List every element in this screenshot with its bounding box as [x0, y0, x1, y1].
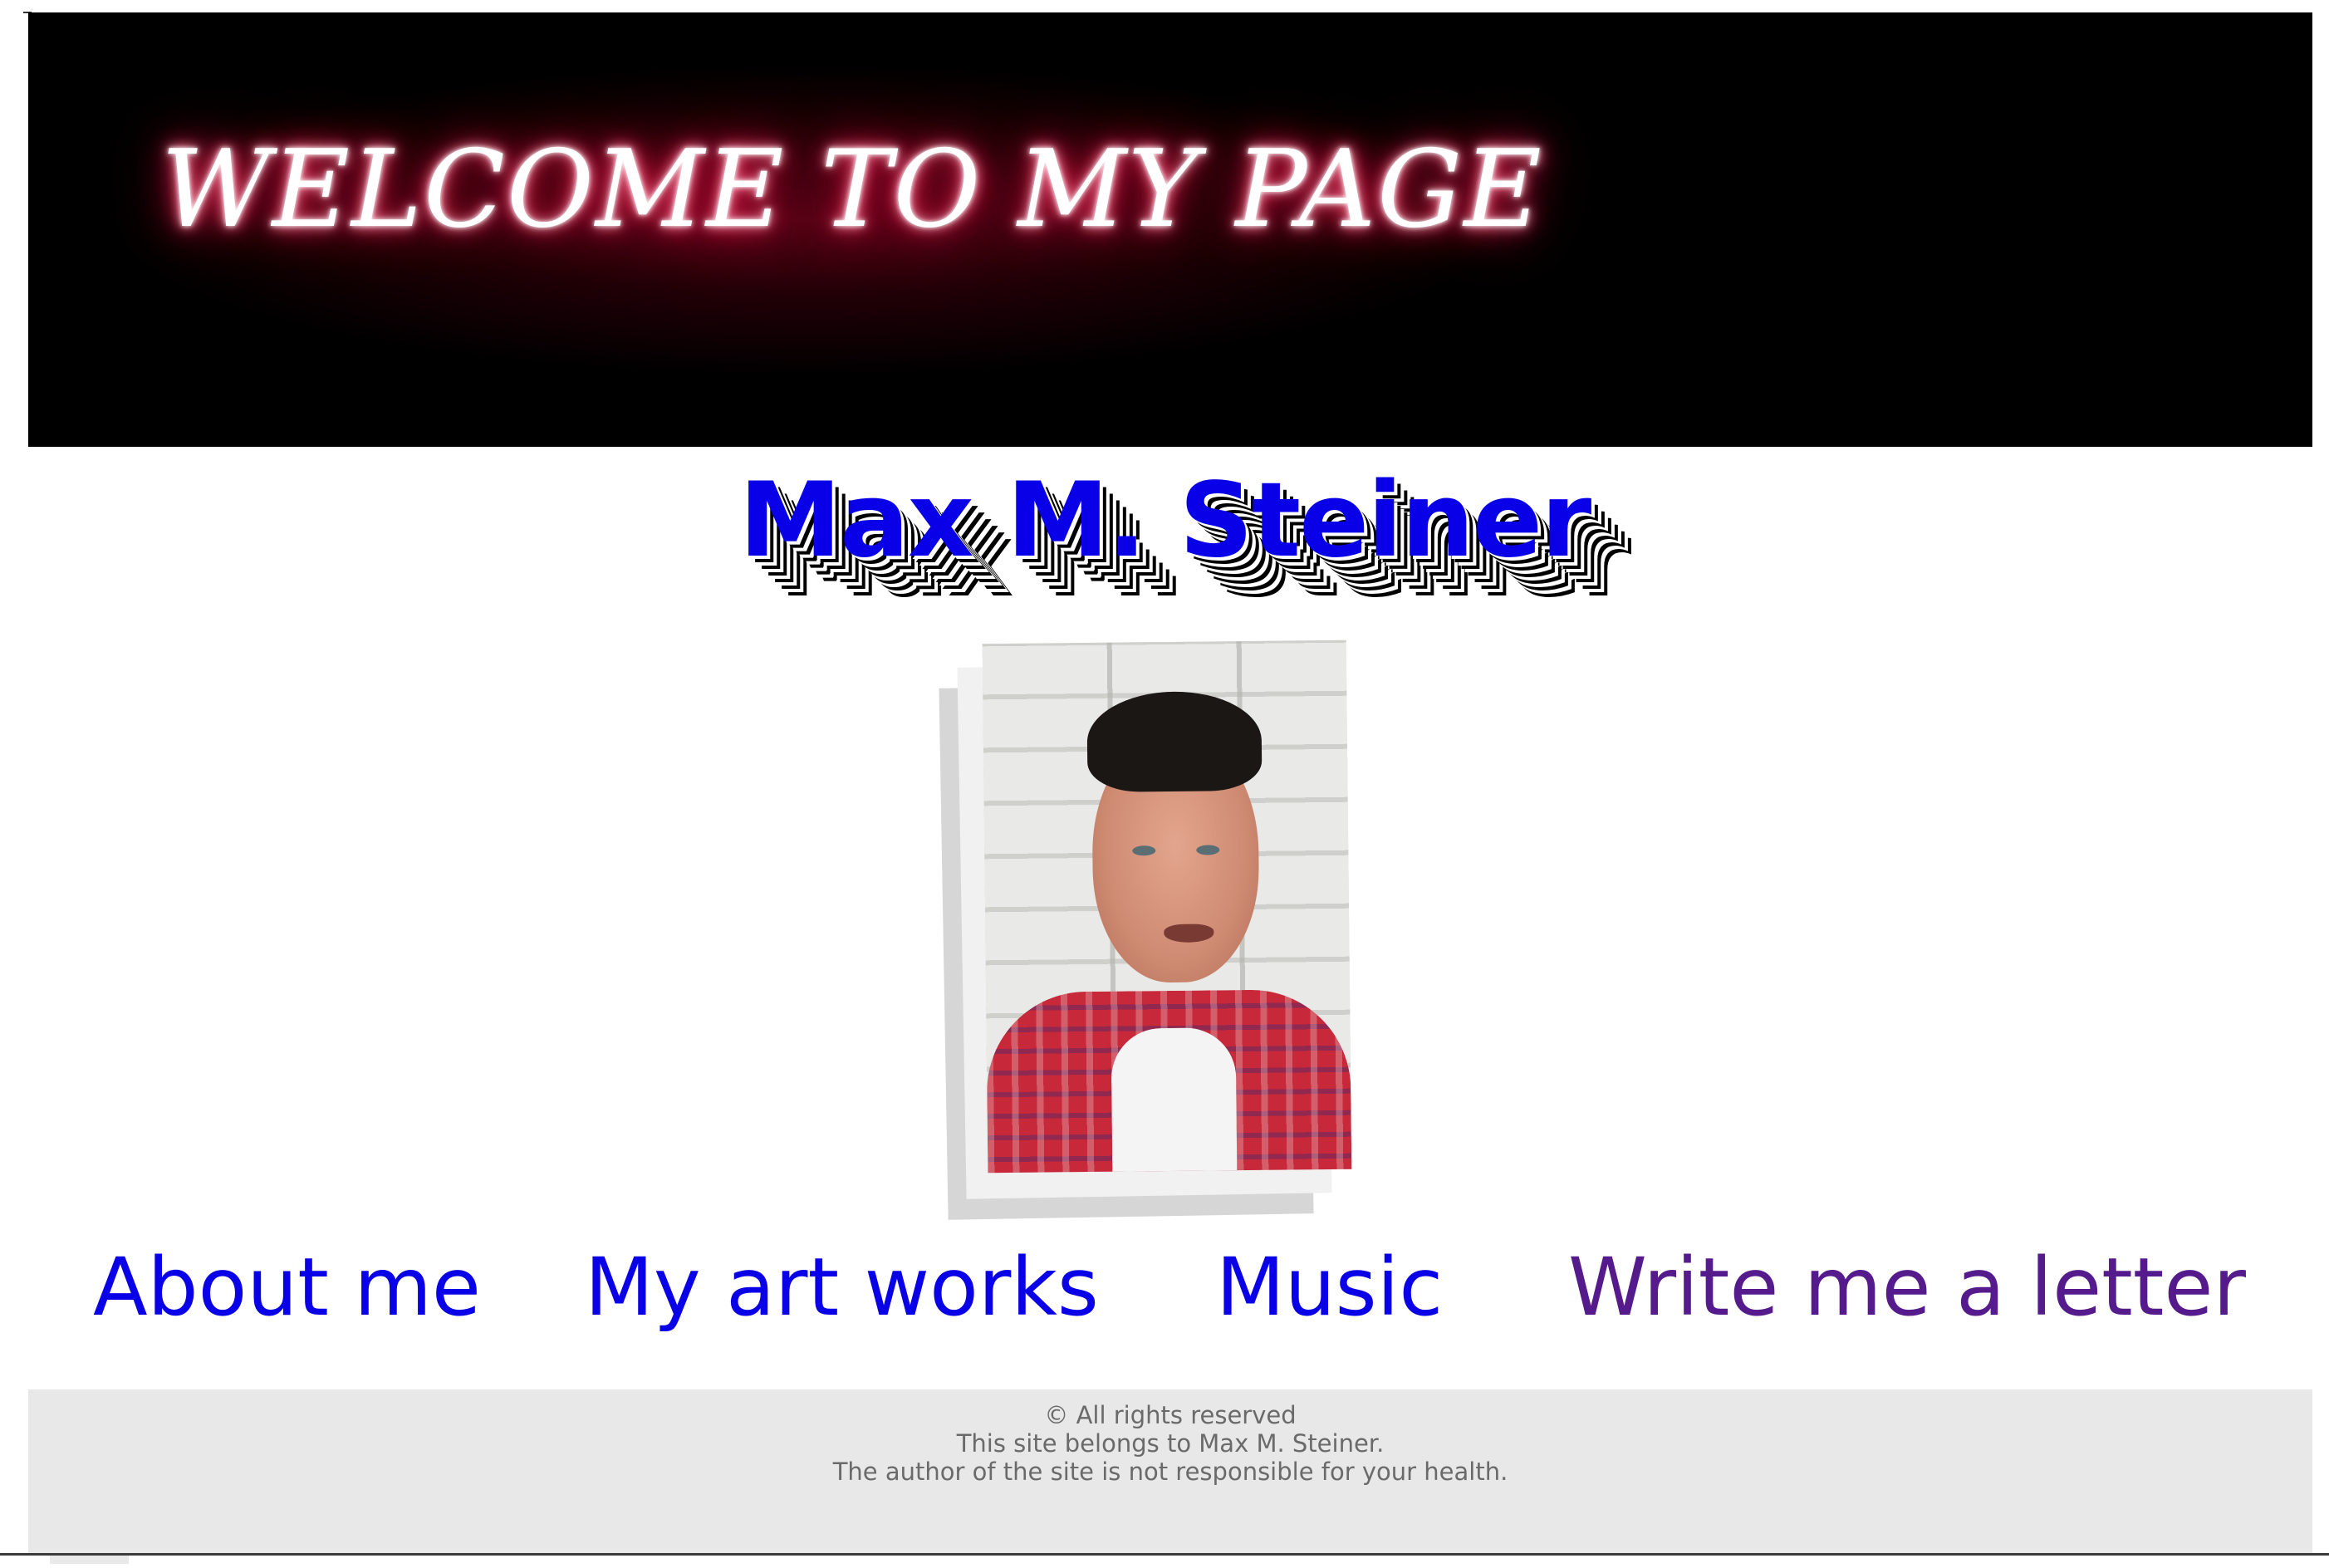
page: WELCOME TO MY PAGE Max M. Steiner About …	[0, 0, 2329, 1568]
nav-link-about-me[interactable]: About me	[93, 1237, 481, 1337]
scrollbar-stub	[50, 1556, 129, 1564]
profile-photo	[982, 639, 1352, 1174]
main-navigation: About me My art works Music Write me a l…	[0, 1237, 2329, 1337]
profile-photo-frame	[939, 639, 1359, 1221]
header-banner: WELCOME TO MY PAGE	[28, 12, 2312, 447]
nav-link-my-art-works[interactable]: My art works	[585, 1237, 1099, 1337]
footer-copyright: © All rights reserved	[1044, 1401, 1297, 1429]
nav-link-music[interactable]: Music	[1216, 1237, 1443, 1337]
footer-ownership: This site belongs to Max M. Steiner.	[956, 1429, 1385, 1458]
footer: © All rights reserved This site belongs …	[28, 1389, 2312, 1553]
banner-title: WELCOME TO MY PAGE	[161, 128, 1543, 252]
bottom-divider	[0, 1553, 2329, 1556]
author-name-heading: Max M. Steiner	[738, 461, 1592, 581]
footer-disclaimer: The author of the site is not responsibl…	[832, 1458, 1508, 1486]
nav-link-write-me-a-letter[interactable]: Write me a letter	[1568, 1237, 2246, 1337]
